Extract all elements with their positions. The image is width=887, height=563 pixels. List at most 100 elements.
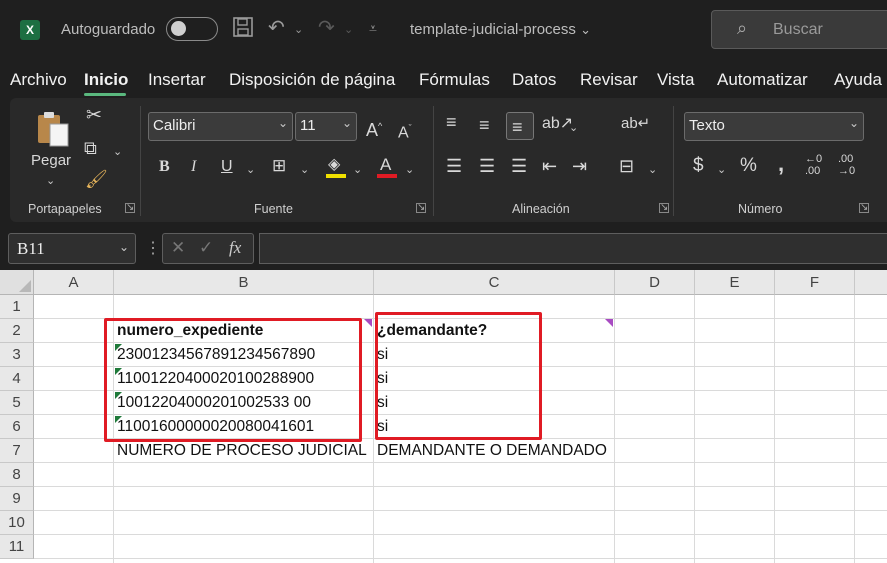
customize-toolbar-icon[interactable]: ⩡: [369, 16, 377, 40]
font-size-select[interactable]: 11 ⌄: [295, 112, 357, 141]
comment-indicator-icon[interactable]: [605, 319, 613, 327]
thousands-icon[interactable]: ,: [778, 153, 784, 175]
currency-icon[interactable]: $: [693, 156, 704, 176]
row-header-7[interactable]: 7: [0, 439, 34, 463]
paste-icon[interactable]: [36, 110, 70, 154]
number-launcher-icon[interactable]: ↘: [859, 203, 869, 213]
font-color-dropdown-icon[interactable]: ⌄: [405, 160, 414, 180]
copy-icon[interactable]: ⧉: [84, 138, 97, 158]
cancel-icon[interactable]: ✕: [171, 238, 185, 258]
currency-dropdown-icon[interactable]: ⌄: [717, 160, 726, 180]
chevron-down-icon: ⌄: [341, 116, 352, 130]
gridline: [694, 295, 695, 563]
align-bottom-button[interactable]: ≡: [506, 112, 534, 140]
column-header-b[interactable]: B: [114, 270, 374, 295]
decrease-font-icon[interactable]: Aˇ: [398, 118, 412, 143]
orientation-dropdown-icon[interactable]: ⌄: [569, 118, 578, 138]
align-left-icon[interactable]: ☰: [446, 156, 462, 176]
group-portapapeles: Portapapeles: [28, 202, 102, 216]
tab-inicio[interactable]: Inicio: [84, 70, 128, 90]
undo-icon[interactable]: ↶: [268, 16, 285, 40]
tab-archivo[interactable]: Archivo: [10, 70, 67, 90]
row-header-11[interactable]: 11: [0, 535, 34, 559]
column-header-e[interactable]: E: [695, 270, 775, 295]
underline-icon[interactable]: U: [221, 157, 233, 177]
comment-indicator-icon[interactable]: [364, 319, 372, 327]
document-title[interactable]: template-judicial-process ⌄: [410, 21, 591, 38]
highlight-box-demandante: [375, 312, 542, 440]
font-name-select[interactable]: Calibri ⌄: [148, 112, 293, 141]
increase-font-icon[interactable]: A^: [366, 116, 382, 140]
more-options-icon[interactable]: ⋮: [145, 238, 161, 258]
row-header-3[interactable]: 3: [0, 343, 34, 367]
row-header-2[interactable]: 2: [0, 319, 34, 343]
alignment-launcher-icon[interactable]: ↘: [659, 203, 669, 213]
autosave-toggle[interactable]: [166, 17, 218, 41]
redo-icon[interactable]: ↷: [318, 16, 335, 40]
underline-dropdown-icon[interactable]: ⌄: [246, 160, 255, 180]
cell-b7[interactable]: NUMERO DE PROCESO JUDICIAL: [117, 439, 367, 463]
wrap-text-icon[interactable]: ab↵: [621, 114, 650, 134]
number-format-value: Texto: [689, 117, 725, 134]
font-launcher-icon[interactable]: ↘: [416, 203, 426, 213]
borders-dropdown-icon[interactable]: ⌄: [300, 160, 309, 180]
increase-indent-icon[interactable]: ⇥: [572, 156, 587, 176]
separator: [140, 106, 141, 216]
row-header-9[interactable]: 9: [0, 487, 34, 511]
font-color-icon[interactable]: A: [380, 155, 391, 175]
format-painter-icon[interactable]: 🖌: [85, 169, 108, 189]
row-header-8[interactable]: 8: [0, 463, 34, 487]
row-header-10[interactable]: 10: [0, 511, 34, 535]
row-header-1[interactable]: 1: [0, 295, 34, 319]
search-input[interactable]: ⌕ Buscar: [711, 10, 887, 49]
redo-dropdown-icon[interactable]: ⌄: [344, 18, 353, 42]
increase-decimal-icon[interactable]: ←0.00: [805, 153, 822, 177]
align-right-icon[interactable]: ☰: [511, 156, 527, 176]
select-all-button[interactable]: [0, 270, 34, 295]
insert-function-icon[interactable]: fx: [229, 238, 241, 258]
clipboard-launcher-icon[interactable]: ↘: [125, 203, 135, 213]
tab-datos[interactable]: Datos: [512, 70, 556, 90]
tab-disposicion[interactable]: Disposición de página: [229, 70, 395, 90]
fill-color-icon[interactable]: ◈: [328, 155, 340, 175]
paste-label[interactable]: Pegar: [31, 151, 71, 171]
decrease-indent-icon[interactable]: ⇤: [542, 156, 557, 176]
row-header-6[interactable]: 6: [0, 415, 34, 439]
enter-icon[interactable]: ✓: [199, 238, 213, 258]
column-header-a[interactable]: A: [34, 270, 114, 295]
column-header-c[interactable]: C: [374, 270, 615, 295]
align-bottom-icon: ≡: [512, 117, 523, 137]
column-header-d[interactable]: D: [615, 270, 695, 295]
italic-icon[interactable]: I: [191, 157, 196, 177]
cell-c7[interactable]: DEMANDANTE O DEMANDADO: [377, 439, 607, 463]
paste-dropdown-icon[interactable]: ⌄: [46, 171, 55, 191]
row-header-4[interactable]: 4: [0, 367, 34, 391]
undo-dropdown-icon[interactable]: ⌄: [294, 18, 303, 42]
percent-icon[interactable]: %: [740, 156, 757, 176]
tab-vista[interactable]: Vista: [657, 70, 695, 90]
tab-ayuda[interactable]: Ayuda: [834, 70, 882, 90]
bold-icon[interactable]: B: [159, 157, 170, 177]
fill-color-dropdown-icon[interactable]: ⌄: [353, 160, 362, 180]
tab-automatizar[interactable]: Automatizar: [717, 70, 808, 90]
copy-dropdown-icon[interactable]: ⌄: [113, 142, 122, 162]
align-middle-icon[interactable]: ≡: [479, 115, 490, 135]
merge-dropdown-icon[interactable]: ⌄: [648, 160, 657, 180]
decrease-decimal-icon[interactable]: .00 →0: [838, 153, 855, 177]
tab-insertar[interactable]: Insertar: [148, 70, 206, 90]
borders-icon[interactable]: ⊞: [272, 156, 286, 176]
cut-icon[interactable]: ✂: [86, 106, 102, 126]
tab-formulas[interactable]: Fórmulas: [419, 70, 490, 90]
merge-center-icon[interactable]: ⊟: [619, 156, 634, 176]
save-icon[interactable]: [232, 16, 254, 44]
ribbon: Pegar ⌄ ✂ ⧉ ⌄ 🖌 Portapapeles ↘ Calibri ⌄ …: [10, 98, 887, 222]
align-top-icon[interactable]: ≡: [446, 112, 457, 132]
formula-input[interactable]: [259, 233, 887, 264]
tab-revisar[interactable]: Revisar: [580, 70, 638, 90]
align-center-icon[interactable]: ☰: [479, 156, 495, 176]
row-header-5[interactable]: 5: [0, 391, 34, 415]
name-box[interactable]: B11 ⌄: [8, 233, 136, 264]
column-header-f[interactable]: F: [775, 270, 855, 295]
number-format-select[interactable]: Texto ⌄: [684, 112, 864, 141]
column-header-g[interactable]: [855, 270, 887, 295]
